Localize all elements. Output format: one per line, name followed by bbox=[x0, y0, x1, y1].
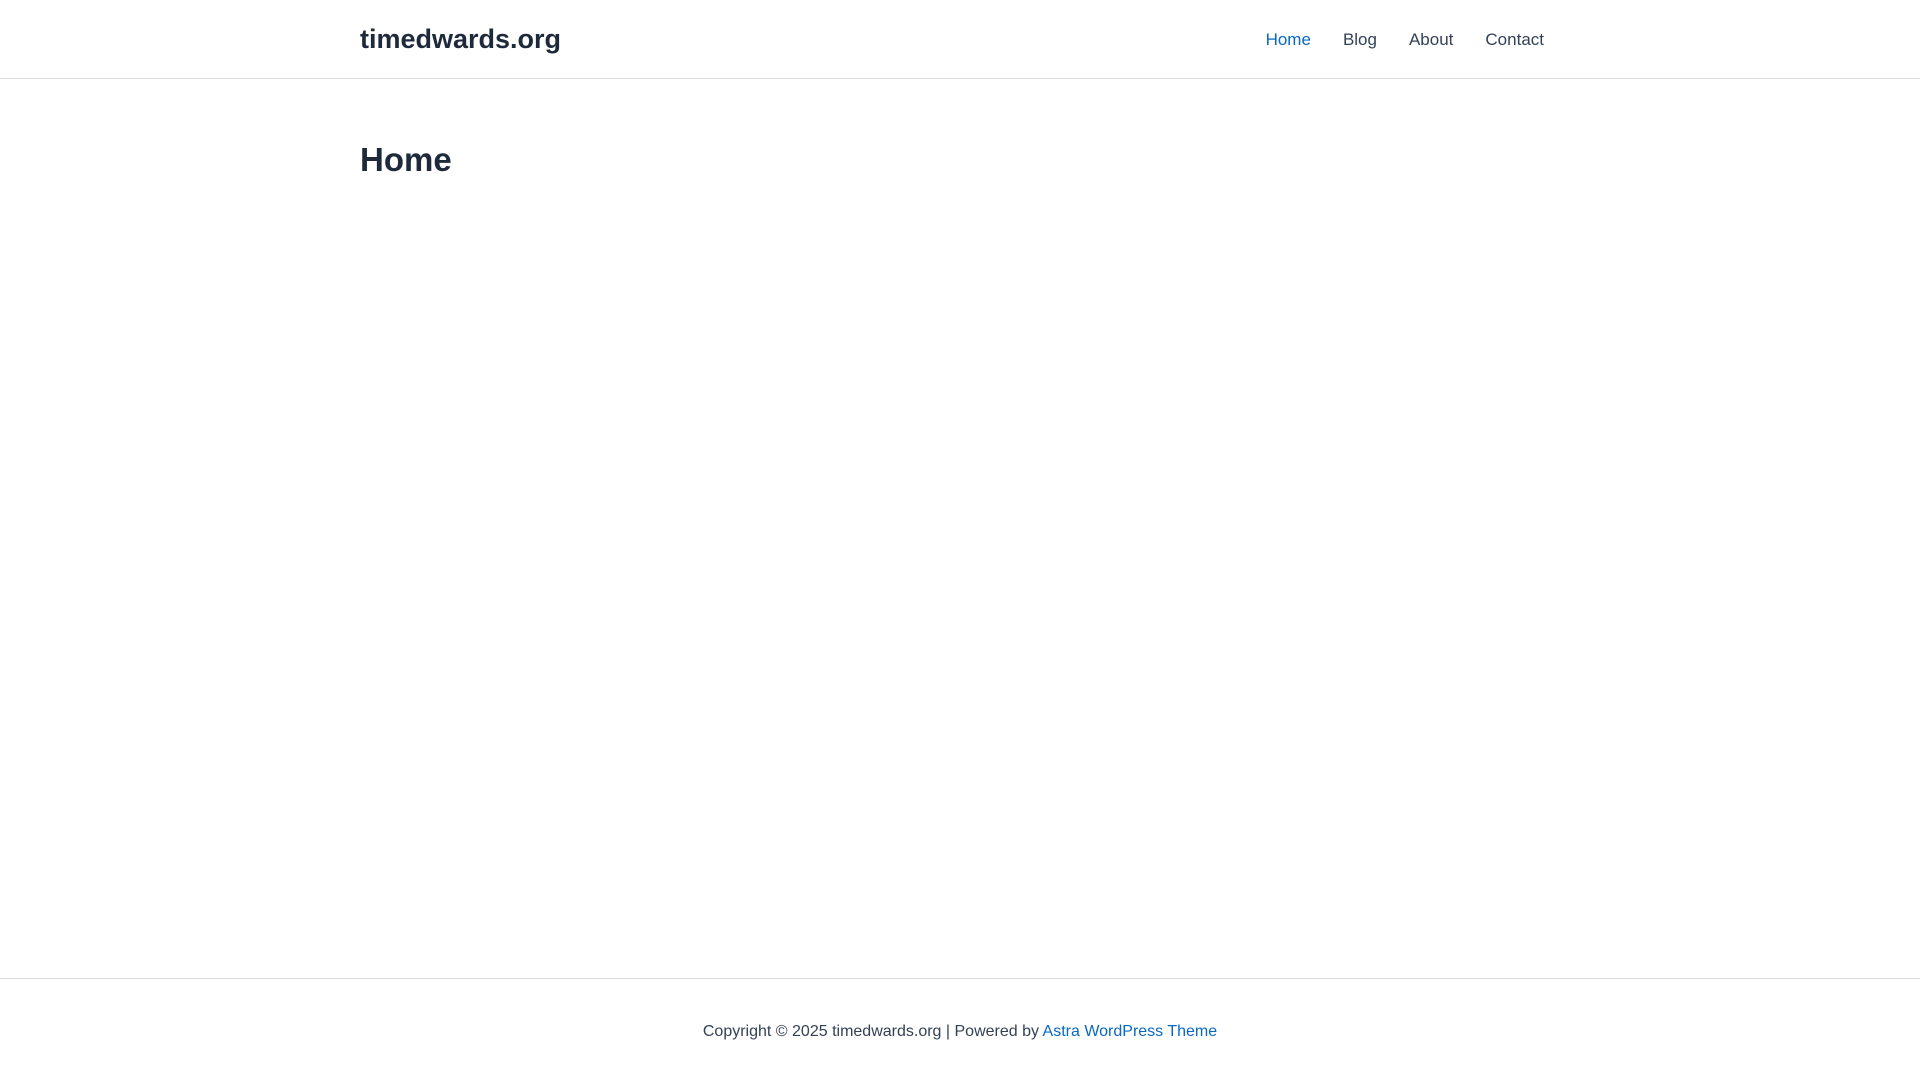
site-title-link[interactable]: timedwards.org bbox=[360, 22, 561, 56]
nav-item-blog[interactable]: Blog bbox=[1343, 28, 1377, 52]
page-title: Home bbox=[360, 141, 452, 178]
primary-nav: Home Blog About Contact bbox=[1234, 28, 1544, 52]
theme-link[interactable]: Astra WordPress Theme bbox=[1043, 1023, 1218, 1040]
nav-item-home[interactable]: Home bbox=[1266, 28, 1311, 52]
copyright-text: Copyright © 2025 timedwards.org | Powere… bbox=[702, 1023, 1043, 1040]
page: timedwards.org Home Blog About Contact H… bbox=[0, 0, 1920, 1080]
nav-item-about[interactable]: About bbox=[1409, 28, 1453, 52]
nav-item-contact[interactable]: Contact bbox=[1485, 28, 1544, 52]
site-header: timedwards.org Home Blog About Contact bbox=[0, 0, 1920, 79]
footer-copyright: Copyright © 2025 timedwards.org | Powere… bbox=[0, 1020, 1920, 1044]
site-footer: Copyright © 2025 timedwards.org | Powere… bbox=[0, 978, 1920, 1080]
